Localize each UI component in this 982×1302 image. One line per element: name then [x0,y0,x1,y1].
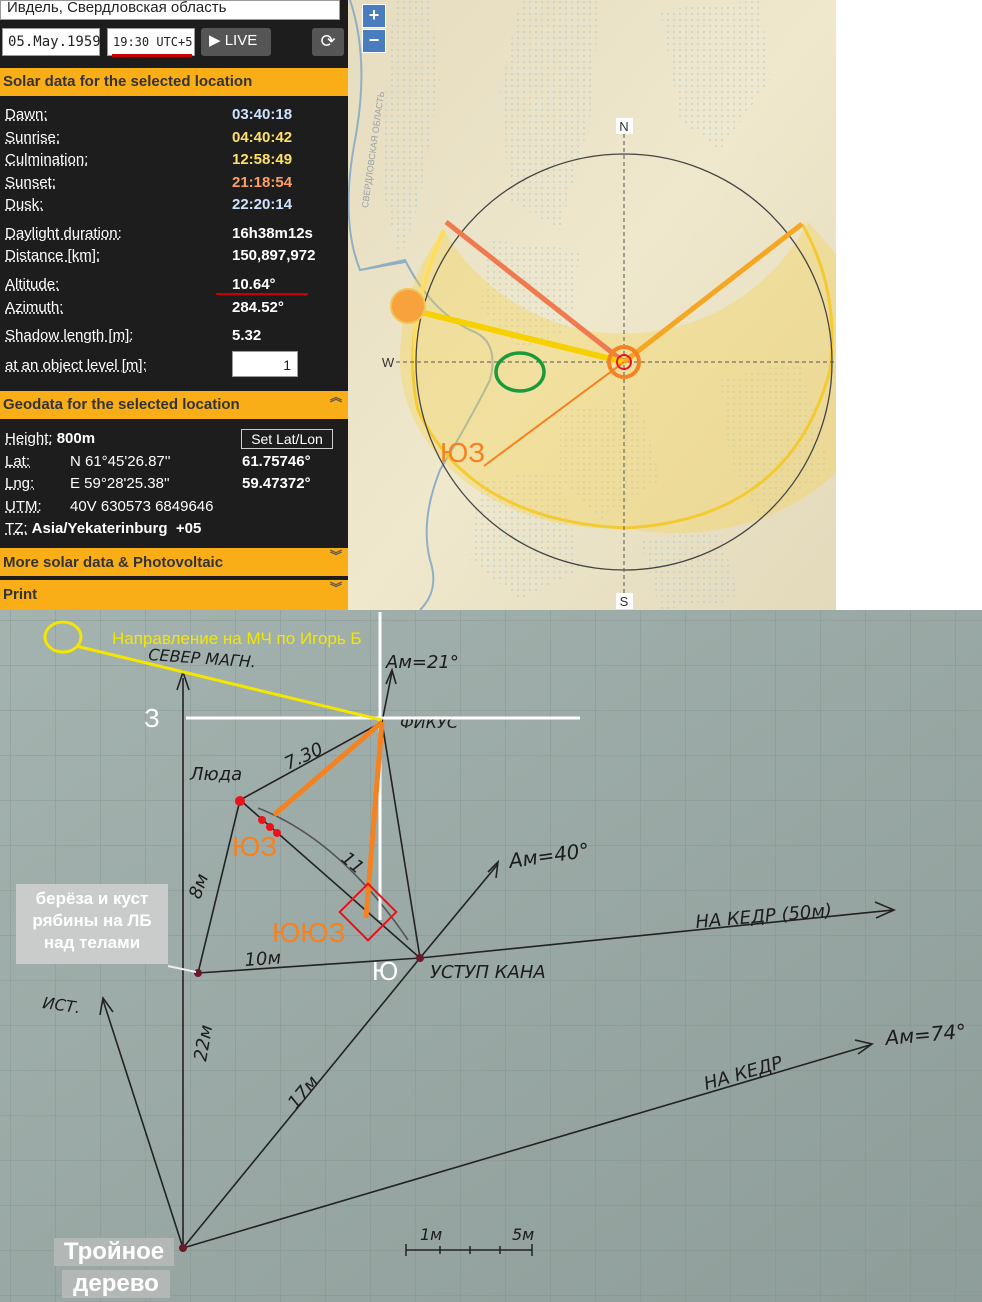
utm-row: UTM: [5,498,42,515]
compass-s: S [620,594,629,609]
set-lat-lon-button[interactable]: Set Lat/Lon [241,429,333,449]
solar-row-label: Sunset: [5,174,56,191]
zoom-out-button[interactable]: − [362,29,386,53]
live-button[interactable]: ▶ LIVE [201,28,271,56]
west-label: З [144,703,160,733]
ssw-label: ЮЮЗ [272,917,346,948]
compass-w: W [382,355,395,370]
solar-row-label: Distance [km]: [5,247,101,264]
map-view[interactable]: СВЕРДЛОВСКАЯ ОБЛАСТЬ N S W ЮЗ [348,0,836,610]
solar-row-value: 150,897,972 [232,247,316,264]
print-header[interactable]: Print ︾ [0,580,348,610]
tz-offset: +05 [175,520,202,537]
solar-row-label: Culmination: [5,151,89,168]
zoom-controls: + − [362,4,386,54]
lat-dec: 61.75746° [242,453,311,470]
chevron-up-icon: ︽ [329,390,342,404]
lng-dec: 59.47372° [242,475,311,492]
tree-note-2: дерево [62,1270,170,1298]
date-field[interactable]: 05.May.1959 [2,28,101,56]
solar-panel: Ивдель, Свердловская область 05.May.1959… [0,0,348,610]
lng-row: Lng: [5,475,34,492]
more-solar-title: More solar data & Photovoltaic [3,554,224,571]
chevron-down-icon: ︾ [329,581,342,595]
utm-value: 40V 630573 6849646 [70,498,214,515]
solar-row-label: Altitude: [5,276,60,293]
map-canvas: СВЕРДЛОВСКАЯ ОБЛАСТЬ N S W ЮЗ [348,0,836,610]
lng-label: Lng: [5,475,35,492]
chevron-down-icon: ︾ [329,549,342,563]
solar-data-header[interactable]: Solar data for the selected location [0,68,348,96]
birch-note-text: берёза и куст рябины на ЛБ над телами [32,889,152,952]
hand-label-scale5: 5м [512,1225,534,1244]
solar-row-label: Dusk: [5,196,44,213]
hand-label-fikus: ФИКУС [400,713,459,732]
south-label: Ю [372,956,398,986]
solar-row-label: Daylight duration: [5,225,122,242]
sw-label-sketch: ЮЗ [232,831,277,862]
live-label: LIVE [224,32,258,49]
time-field[interactable]: 19:30 UTC+5 [107,28,195,56]
geodata-title: Geodata for the selected location [3,396,240,413]
location-input[interactable]: Ивдель, Свердловская область [0,0,340,20]
hand-label-scale1: 1м [420,1225,442,1244]
lat-dms: N 61°45'26.87'' [70,453,171,470]
lat-row: Lat: [5,453,30,470]
blank-area [836,0,982,610]
more-solar-header[interactable]: More solar data & Photovoltaic ︾ [0,548,348,576]
birch-note: берёза и куст рябины на ЛБ над телами [16,884,168,964]
print-title: Print [3,586,38,603]
object-level-input[interactable]: 1 [232,351,298,377]
tree-note-1: Тройное [54,1238,174,1266]
sketch-photo: СЕВЕР МАГН. Ам=21° ФИКУС Люда 7.30 8м 11… [0,610,982,1302]
solar-row-value: 10.64° [232,276,276,293]
solar-row-label: Azimuth: [5,299,64,316]
hand-label-ustup: УСТУП КАНА [430,962,546,983]
solar-row-value: 21:18:54 [232,174,293,191]
tz-label: TZ: [5,520,28,537]
refresh-icon: ⟳ [320,31,336,52]
altitude-underline [216,293,308,295]
tz-row: TZ: Asia/Yekaterinburg +05 [5,520,201,537]
hand-label-am21: Ам=21° [385,652,459,673]
compass-n: N [619,119,628,134]
time-underline [112,54,192,57]
zoom-in-button[interactable]: + [362,4,386,28]
hand-label-luda: Люда [189,764,242,785]
solar-row-label: Sunrise: [5,129,61,146]
solar-row-value: 22:20:14 [232,196,293,213]
solar-data-title: Solar data for the selected location [3,73,253,90]
solar-row-label: Dawn: [5,106,48,123]
solar-row-value: 12:58:49 [232,151,293,168]
hand-label-d10: 10м [244,947,282,970]
solar-row-value: 04:40:42 [232,129,293,146]
solar-row-value: 5.32 [232,327,262,344]
solar-row-value: 284.52° [232,299,284,316]
lng-dms: E 59°28'25.38'' [70,475,170,492]
lat-label: Lat: [5,453,31,470]
height-value: 800m [56,430,96,447]
solar-row-value: 03:40:18 [232,106,293,123]
height-label: Height: [5,430,53,447]
sun-marker [390,288,426,324]
solar-row-value: 16h38m12s [232,225,313,242]
refresh-button[interactable]: ⟳ [312,28,344,56]
direction-caption: Направление на МЧ по Игорь Б [112,629,362,648]
solar-row-label: Shadow length [m]: [5,327,134,344]
geodata-header[interactable]: Geodata for the selected location ︽ [0,391,348,419]
height-row: Height: 800m [5,430,95,447]
sw-label: ЮЗ [440,437,485,468]
utm-label: UTM: [5,498,42,515]
play-icon: ▶ [209,32,225,49]
tz-value: Asia/Yekaterinburg [31,520,168,537]
solar-row-label: at an object level [m]: [5,357,147,374]
